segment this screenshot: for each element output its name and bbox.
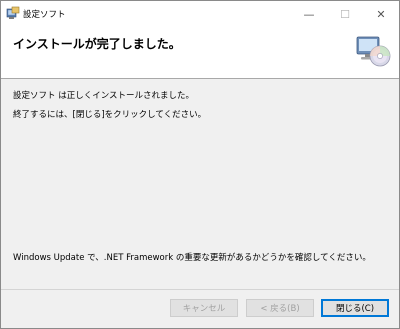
maximize-button[interactable]: ☐: [327, 1, 363, 27]
close-window-button[interactable]: ✕: [363, 1, 399, 27]
minimize-button[interactable]: —: [291, 1, 327, 27]
installer-window: 設定ソフト — ☐ ✕ インストールが完了しました。 設定ソフト は正しくインス…: [0, 0, 400, 329]
page-title: インストールが完了しました。: [13, 37, 181, 51]
close-button[interactable]: 閉じる(C): [321, 299, 389, 317]
minimize-icon: —: [303, 7, 315, 21]
cancel-button[interactable]: キャンセル: [170, 299, 238, 317]
window-title: 設定ソフト: [23, 10, 66, 20]
header-banner: インストールが完了しました。: [1, 27, 399, 79]
maximize-icon: ☐: [340, 7, 350, 21]
cancel-button-label: キャンセル: [182, 304, 226, 314]
close-instruction: 終了するには、[閉じる]をクリックしてください。: [13, 110, 207, 120]
installer-disc-computer-icon: [356, 36, 391, 67]
close-icon: ✕: [376, 7, 386, 21]
back-button-label: < 戻る(B): [260, 304, 300, 314]
content-area: 設定ソフト は正しくインストールされました。 終了するには、[閉じる]をクリック…: [1, 80, 399, 288]
back-button[interactable]: < 戻る(B): [246, 299, 314, 317]
close-button-label: 閉じる(C): [335, 304, 375, 314]
installer-app-icon: [6, 6, 20, 19]
windows-update-note: Windows Update で、.NET Framework の重要な更新があ…: [13, 253, 371, 263]
success-message: 設定ソフト は正しくインストールされました。: [13, 91, 195, 101]
button-bar: キャンセル < 戻る(B) 閉じる(C): [1, 290, 399, 328]
title-bar[interactable]: 設定ソフト — ☐ ✕: [1, 1, 399, 27]
